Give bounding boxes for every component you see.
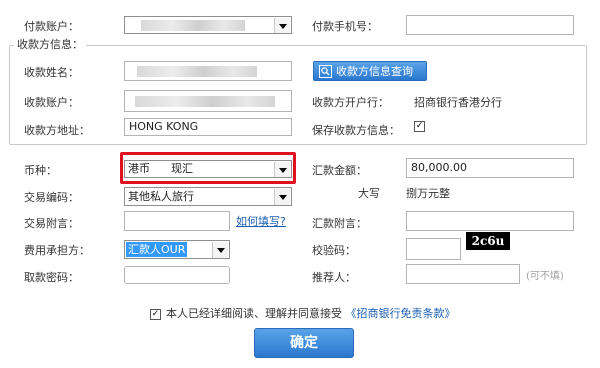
amount-label: 汇款金额：	[312, 164, 367, 177]
payee-bank-value: 招商银行香港分行	[414, 96, 502, 109]
transaction-note-label: 交易附言：	[24, 217, 79, 230]
captcha-image[interactable]: 2c6u	[466, 232, 510, 250]
payer-phone-input[interactable]	[406, 15, 574, 35]
fee-payer-label: 费用承担方：	[24, 244, 90, 257]
transaction-code-value: 其他私人旅行	[128, 190, 194, 203]
payee-name-input[interactable]	[124, 61, 292, 81]
remit-note-input[interactable]	[406, 211, 574, 231]
captcha-input[interactable]	[406, 238, 461, 260]
amount-daxie-label: 大写	[358, 187, 380, 200]
amount-input[interactable]: 80,000.00	[406, 158, 574, 178]
payer-account-select[interactable]	[124, 16, 292, 34]
save-payee-checkbox[interactable]: ✓	[414, 121, 425, 132]
transaction-code-select[interactable]: 其他私人旅行	[124, 187, 292, 206]
dropdown-arrow-icon	[212, 242, 228, 258]
transaction-code-label: 交易编码：	[24, 191, 79, 204]
amount-daxie-value: 捌万元整	[406, 187, 450, 200]
referrer-input[interactable]	[406, 264, 520, 284]
payer-phone-label: 付款手机号：	[312, 20, 378, 33]
agreement-text: 本人已经详细阅读、理解并同意接受	[166, 307, 342, 320]
payee-account-input[interactable]	[124, 90, 292, 112]
search-doc-icon	[319, 65, 332, 78]
masked-account-number	[141, 20, 245, 31]
currency-label: 币种：	[24, 164, 57, 177]
referrer-optional-hint: (可不填)	[526, 271, 564, 282]
pickup-password-input[interactable]	[124, 266, 230, 284]
payee-account-label: 收款账户：	[24, 96, 79, 109]
pickup-password-label: 取款密码：	[24, 271, 79, 284]
masked-payee-name	[137, 66, 257, 77]
payee-info-group	[9, 45, 587, 145]
currency-highlight-box	[120, 152, 296, 184]
payee-info-query-button[interactable]: 收款方信息查询	[313, 61, 427, 81]
referrer-label: 推荐人：	[312, 271, 356, 284]
agreement-checkbox[interactable]: ✓	[150, 309, 161, 320]
save-payee-label: 保存收款方信息：	[312, 124, 400, 137]
payee-info-legend: 收款方信息：	[14, 38, 86, 52]
fee-payer-select[interactable]: 汇款人OUR	[124, 240, 230, 259]
payee-address-input[interactable]: HONG KONG	[124, 118, 292, 136]
agreement-line: 本人已经详细阅读、理解并同意接受 《招商银行免责条款》	[166, 307, 456, 321]
payer-account-label: 付款账户：	[24, 20, 79, 33]
captcha-label: 校验码：	[312, 244, 356, 257]
payee-address-label: 收款方地址：	[24, 124, 90, 137]
dropdown-arrow-icon	[274, 18, 290, 33]
remit-note-label: 汇款附言：	[312, 217, 367, 230]
payee-name-label: 收款姓名：	[24, 66, 79, 79]
payee-info-query-label: 收款方信息查询	[336, 65, 413, 78]
masked-payee-account	[135, 96, 275, 107]
confirm-button[interactable]: 确定	[254, 328, 354, 358]
payee-bank-label: 收款方开户行：	[312, 96, 389, 109]
fee-payer-value: 汇款人OUR	[126, 242, 188, 257]
disclaimer-link[interactable]: 《招商银行免责条款》	[346, 307, 456, 320]
transaction-note-input[interactable]	[124, 211, 230, 231]
dropdown-arrow-icon	[274, 189, 290, 205]
how-to-fill-link[interactable]: 如何填写?	[236, 215, 286, 229]
